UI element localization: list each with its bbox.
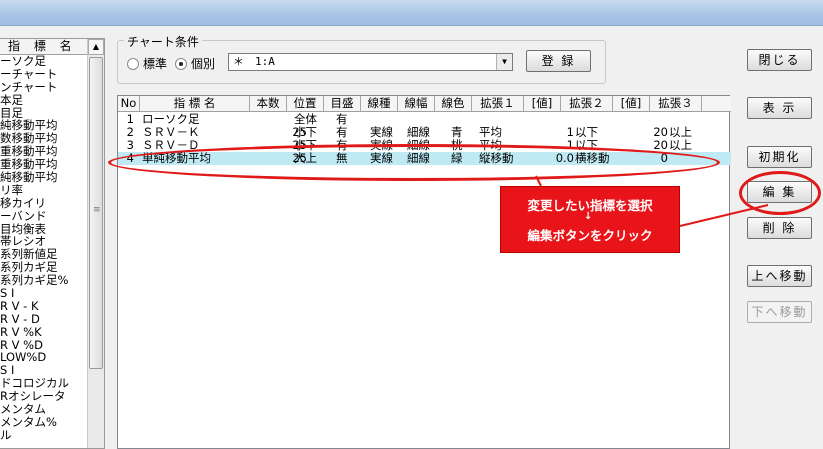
list-item[interactable]: ーバンド	[0, 210, 88, 223]
indicator-list-items[interactable]: ーソク足 ーチャート ンチャート 本足 目足 純移動平均 数移動平均 重移動平均 重移動平均 純移…	[0, 55, 88, 442]
radio-standard[interactable]: 標準	[127, 55, 167, 72]
list-item[interactable]: ル	[0, 429, 88, 442]
col-val2[interactable]: [値]	[613, 96, 650, 112]
indicator-list-header: 指 標 名	[0, 39, 88, 55]
list-item[interactable]: 重移動平均	[0, 158, 88, 171]
list-item[interactable]: S I	[0, 364, 88, 377]
list-item[interactable]: 純移動平均	[0, 119, 88, 132]
list-item[interactable]: ーチャート	[0, 68, 88, 81]
col-ext1[interactable]: 拡張１	[472, 96, 524, 112]
col-no[interactable]: No	[118, 96, 140, 112]
grid-header: No 指 標 名 本数 位置 目盛 線種 線幅 線色 拡張１ [値] 拡張２ […	[118, 96, 731, 112]
list-item[interactable]: 純移動平均	[0, 171, 88, 184]
combo-value: ＊ 1:A	[233, 55, 275, 68]
window-titlebar	[0, 0, 823, 26]
display-button[interactable]: 表 示	[747, 97, 812, 119]
list-item[interactable]: R V - K	[0, 300, 88, 313]
reset-button[interactable]: 初期化	[747, 146, 812, 168]
list-item[interactable]: ーソク足	[0, 55, 88, 68]
list-item[interactable]: R V - D	[0, 313, 88, 326]
arrow-down-icon: ↓	[584, 211, 593, 222]
col-linecolor[interactable]: 線色	[435, 96, 472, 112]
list-item[interactable]: 移カイリ	[0, 197, 88, 210]
annotation-callout: 変更したい指標を選択 ↓ 編集ボタンをクリック	[500, 186, 680, 253]
list-item[interactable]: 重移動平均	[0, 145, 88, 158]
cell-ext3: 以上	[669, 138, 692, 152]
col-ext3[interactable]: 拡張３	[650, 96, 702, 112]
col-count[interactable]: 本数	[250, 96, 287, 112]
annotation-edit-ellipse	[739, 171, 821, 215]
indicator-list[interactable]: 指 標 名 ーソク足 ーチャート ンチャート 本足 目足 純移動平均 数移動平均 重移動平均重…	[0, 38, 105, 449]
list-item[interactable]: メンタム%	[0, 416, 88, 429]
list-item[interactable]: 目足	[0, 107, 88, 120]
list-item[interactable]: ドコロジカル	[0, 377, 88, 390]
register-button[interactable]: 登 録	[526, 50, 591, 72]
indicator-list-scrollbar[interactable]: ▲ ≡	[87, 39, 104, 448]
list-item[interactable]: ンチャート	[0, 81, 88, 94]
list-item[interactable]: 系列カギ足	[0, 261, 88, 274]
radio-standard-label: 標準	[143, 57, 168, 71]
scroll-grip-icon: ≡	[93, 205, 101, 215]
col-linewidth[interactable]: 線幅	[398, 96, 435, 112]
col-linetype[interactable]: 線種	[361, 96, 398, 112]
list-item[interactable]: 目均衡表	[0, 223, 88, 236]
scrollbar-thumb[interactable]: ≡	[89, 57, 103, 369]
radio-circle-icon[interactable]	[127, 57, 139, 70]
delete-button[interactable]: 削 除	[747, 217, 812, 239]
col-name[interactable]: 指 標 名	[140, 96, 250, 112]
list-item[interactable]: 系列新値足	[0, 248, 88, 261]
list-item[interactable]: リ率	[0, 184, 88, 197]
chevron-down-icon[interactable]: ▼	[496, 54, 512, 70]
radio-individual[interactable]: 個別	[175, 55, 215, 72]
scroll-up-arrow-icon[interactable]: ▲	[88, 39, 104, 55]
list-item[interactable]: 帯レシオ	[0, 235, 88, 248]
list-item[interactable]: 本足	[0, 94, 88, 107]
chart-condition-title: チャート条件	[124, 33, 202, 50]
list-item[interactable]: R V %K	[0, 326, 88, 339]
list-item[interactable]: Rオシレータ	[0, 390, 88, 403]
list-item[interactable]: 数移動平均	[0, 132, 88, 145]
list-item[interactable]: メンタム	[0, 403, 88, 416]
radio-circle-selected-icon[interactable]	[175, 57, 187, 70]
move-down-button: 下へ移動	[747, 301, 812, 323]
radio-individual-label: 個別	[191, 57, 216, 71]
col-scale[interactable]: 目盛	[324, 96, 361, 112]
list-item[interactable]: 系列カギ足%	[0, 274, 88, 287]
move-up-button[interactable]: 上へ移動	[747, 265, 812, 287]
col-ext2[interactable]: 拡張２	[561, 96, 613, 112]
list-item[interactable]: S I	[0, 287, 88, 300]
list-item[interactable]: R V %D	[0, 339, 88, 352]
close-button[interactable]: 閉じる	[747, 49, 812, 71]
col-position[interactable]: 位置	[287, 96, 324, 112]
annotation-row-ellipse	[108, 144, 720, 181]
chart-condition-combo[interactable]: ＊ 1:A ▼	[228, 53, 513, 71]
callout-line2: 編集ボタンをクリック	[527, 228, 653, 243]
list-item[interactable]: LOW%D	[0, 351, 88, 364]
col-val1[interactable]: [値]	[524, 96, 561, 112]
